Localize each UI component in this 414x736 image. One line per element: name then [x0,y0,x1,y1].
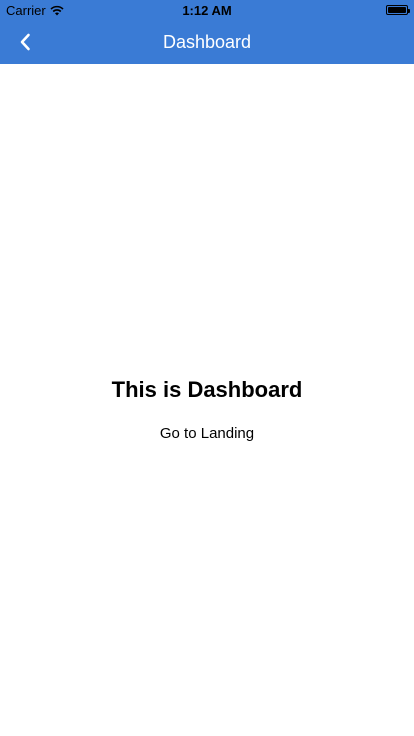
status-time: 1:12 AM [182,3,232,18]
status-bar: Carrier 1:12 AM [0,0,414,20]
go-to-landing-link[interactable]: Go to Landing [0,425,414,442]
battery-icon [386,5,410,15]
battery-fill [388,7,406,13]
page-title: Dashboard [162,32,252,52]
navigation-bar: Dashboard [0,20,414,64]
main-content: This is Dashboard Go to Landing [0,64,414,736]
dashboard-heading: This is Dashboard [111,377,303,402]
